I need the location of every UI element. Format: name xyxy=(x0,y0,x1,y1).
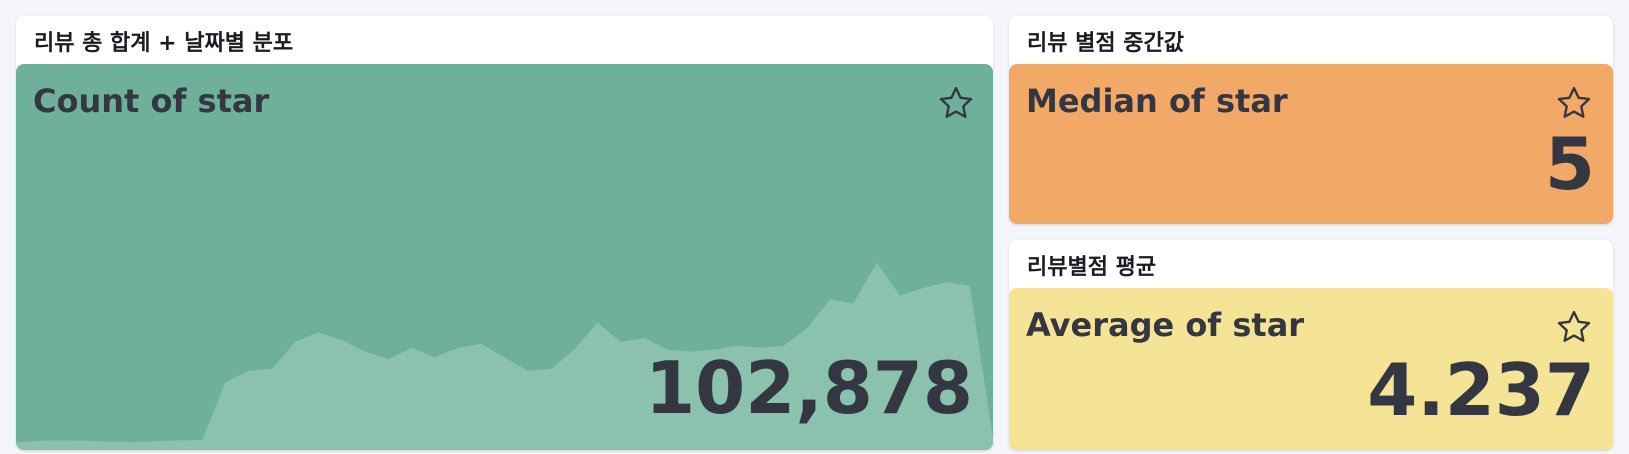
panel-title: 리뷰 총 합계 + 날짜별 분포 xyxy=(34,31,294,56)
median-metric-card[interactable]: Median of star 5 xyxy=(1009,64,1613,224)
star-icon[interactable] xyxy=(1555,84,1593,122)
star-icon[interactable] xyxy=(937,84,975,122)
metric-value: 4.237 xyxy=(1367,348,1595,432)
count-panel: 리뷰 총 합계 + 날짜별 분포 Count of star 102,878 xyxy=(16,16,993,450)
count-metric-card[interactable]: Count of star 102,878 xyxy=(16,64,993,450)
average-metric-card[interactable]: Average of star 4.237 xyxy=(1009,288,1613,450)
median-panel: 리뷰 별점 중간값 Median of star 5 xyxy=(1009,16,1613,224)
metric-value: 102,878 xyxy=(645,346,973,430)
metric-label: Median of star xyxy=(1026,82,1288,120)
metric-value: 5 xyxy=(1544,122,1595,206)
star-icon[interactable] xyxy=(1555,308,1593,346)
average-panel: 리뷰별점 평균 Average of star 4.237 xyxy=(1009,240,1613,450)
metric-label: Count of star xyxy=(33,82,270,120)
panel-title: 리뷰별점 평균 xyxy=(1027,255,1157,280)
metric-label: Average of star xyxy=(1026,306,1305,344)
panel-title: 리뷰 별점 중간값 xyxy=(1027,31,1184,56)
